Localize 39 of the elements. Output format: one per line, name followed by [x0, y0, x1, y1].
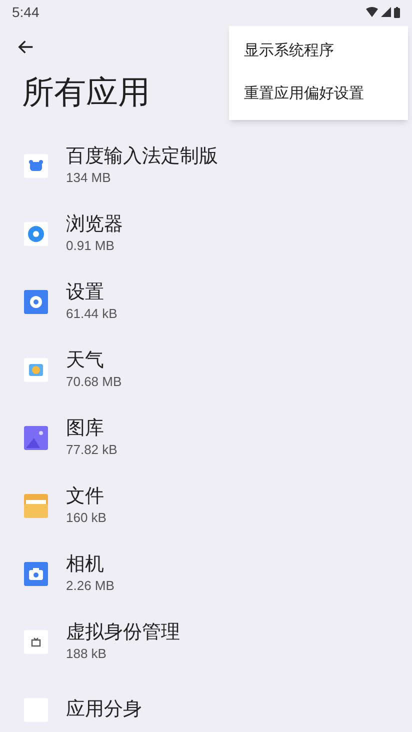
app-size: 188 kB: [66, 645, 108, 663]
app-name: 虚拟身份管理: [66, 621, 180, 645]
app-list-item[interactable]: 图库 77.82 kB: [0, 404, 412, 472]
page-title: 所有应用: [22, 73, 150, 112]
app-name: 百度输入法定制版: [66, 145, 218, 169]
menu-item[interactable]: 重置应用偏好设置: [229, 73, 408, 116]
app-list-item[interactable]: 设置 61.44 kB: [0, 268, 412, 336]
tv-icon: [24, 630, 48, 654]
signal-icon: [381, 7, 391, 17]
app-size: 134 MB: [66, 169, 112, 187]
camera-icon: [24, 562, 48, 586]
app-size: 2.26 MB: [66, 577, 114, 595]
app-name: 文件: [66, 485, 105, 509]
app-list-item[interactable]: 天气 70.68 MB: [0, 336, 412, 404]
app-name: 图库: [66, 417, 105, 441]
app-name: 浏览器: [66, 213, 123, 237]
app-list-item[interactable]: 文件 160 kB: [0, 472, 412, 540]
app-size: 61.44 kB: [66, 305, 118, 323]
folder-icon: [24, 494, 48, 518]
gallery-icon: [24, 426, 48, 450]
app-size: 70.68 MB: [66, 373, 122, 391]
app-list-item[interactable]: 应用分身: [0, 676, 412, 732]
wifi-icon: [366, 7, 378, 17]
app-size: 160 kB: [66, 509, 106, 527]
app-name: 相机: [66, 553, 105, 577]
app-list-item[interactable]: 虚拟身份管理 188 kB: [0, 608, 412, 676]
battery-icon: [394, 6, 400, 18]
app-list-item[interactable]: 浏览器 0.91 MB: [0, 200, 412, 268]
app-name: 应用分身: [66, 698, 142, 722]
sun-cloud-icon: [24, 358, 48, 382]
status-time: 5:44: [12, 2, 40, 22]
app-size: 77.82 kB: [66, 441, 118, 459]
app-name: 天气: [66, 349, 105, 373]
app-list-item[interactable]: 百度输入法定制版 134 MB: [0, 132, 412, 200]
app-name: 设置: [66, 281, 105, 305]
app-size: 0.91 MB: [66, 237, 116, 255]
menu-item[interactable]: 显示系统程序: [229, 30, 408, 73]
app-list-item[interactable]: 相机 2.26 MB: [0, 540, 412, 608]
browser-icon: [24, 222, 48, 246]
